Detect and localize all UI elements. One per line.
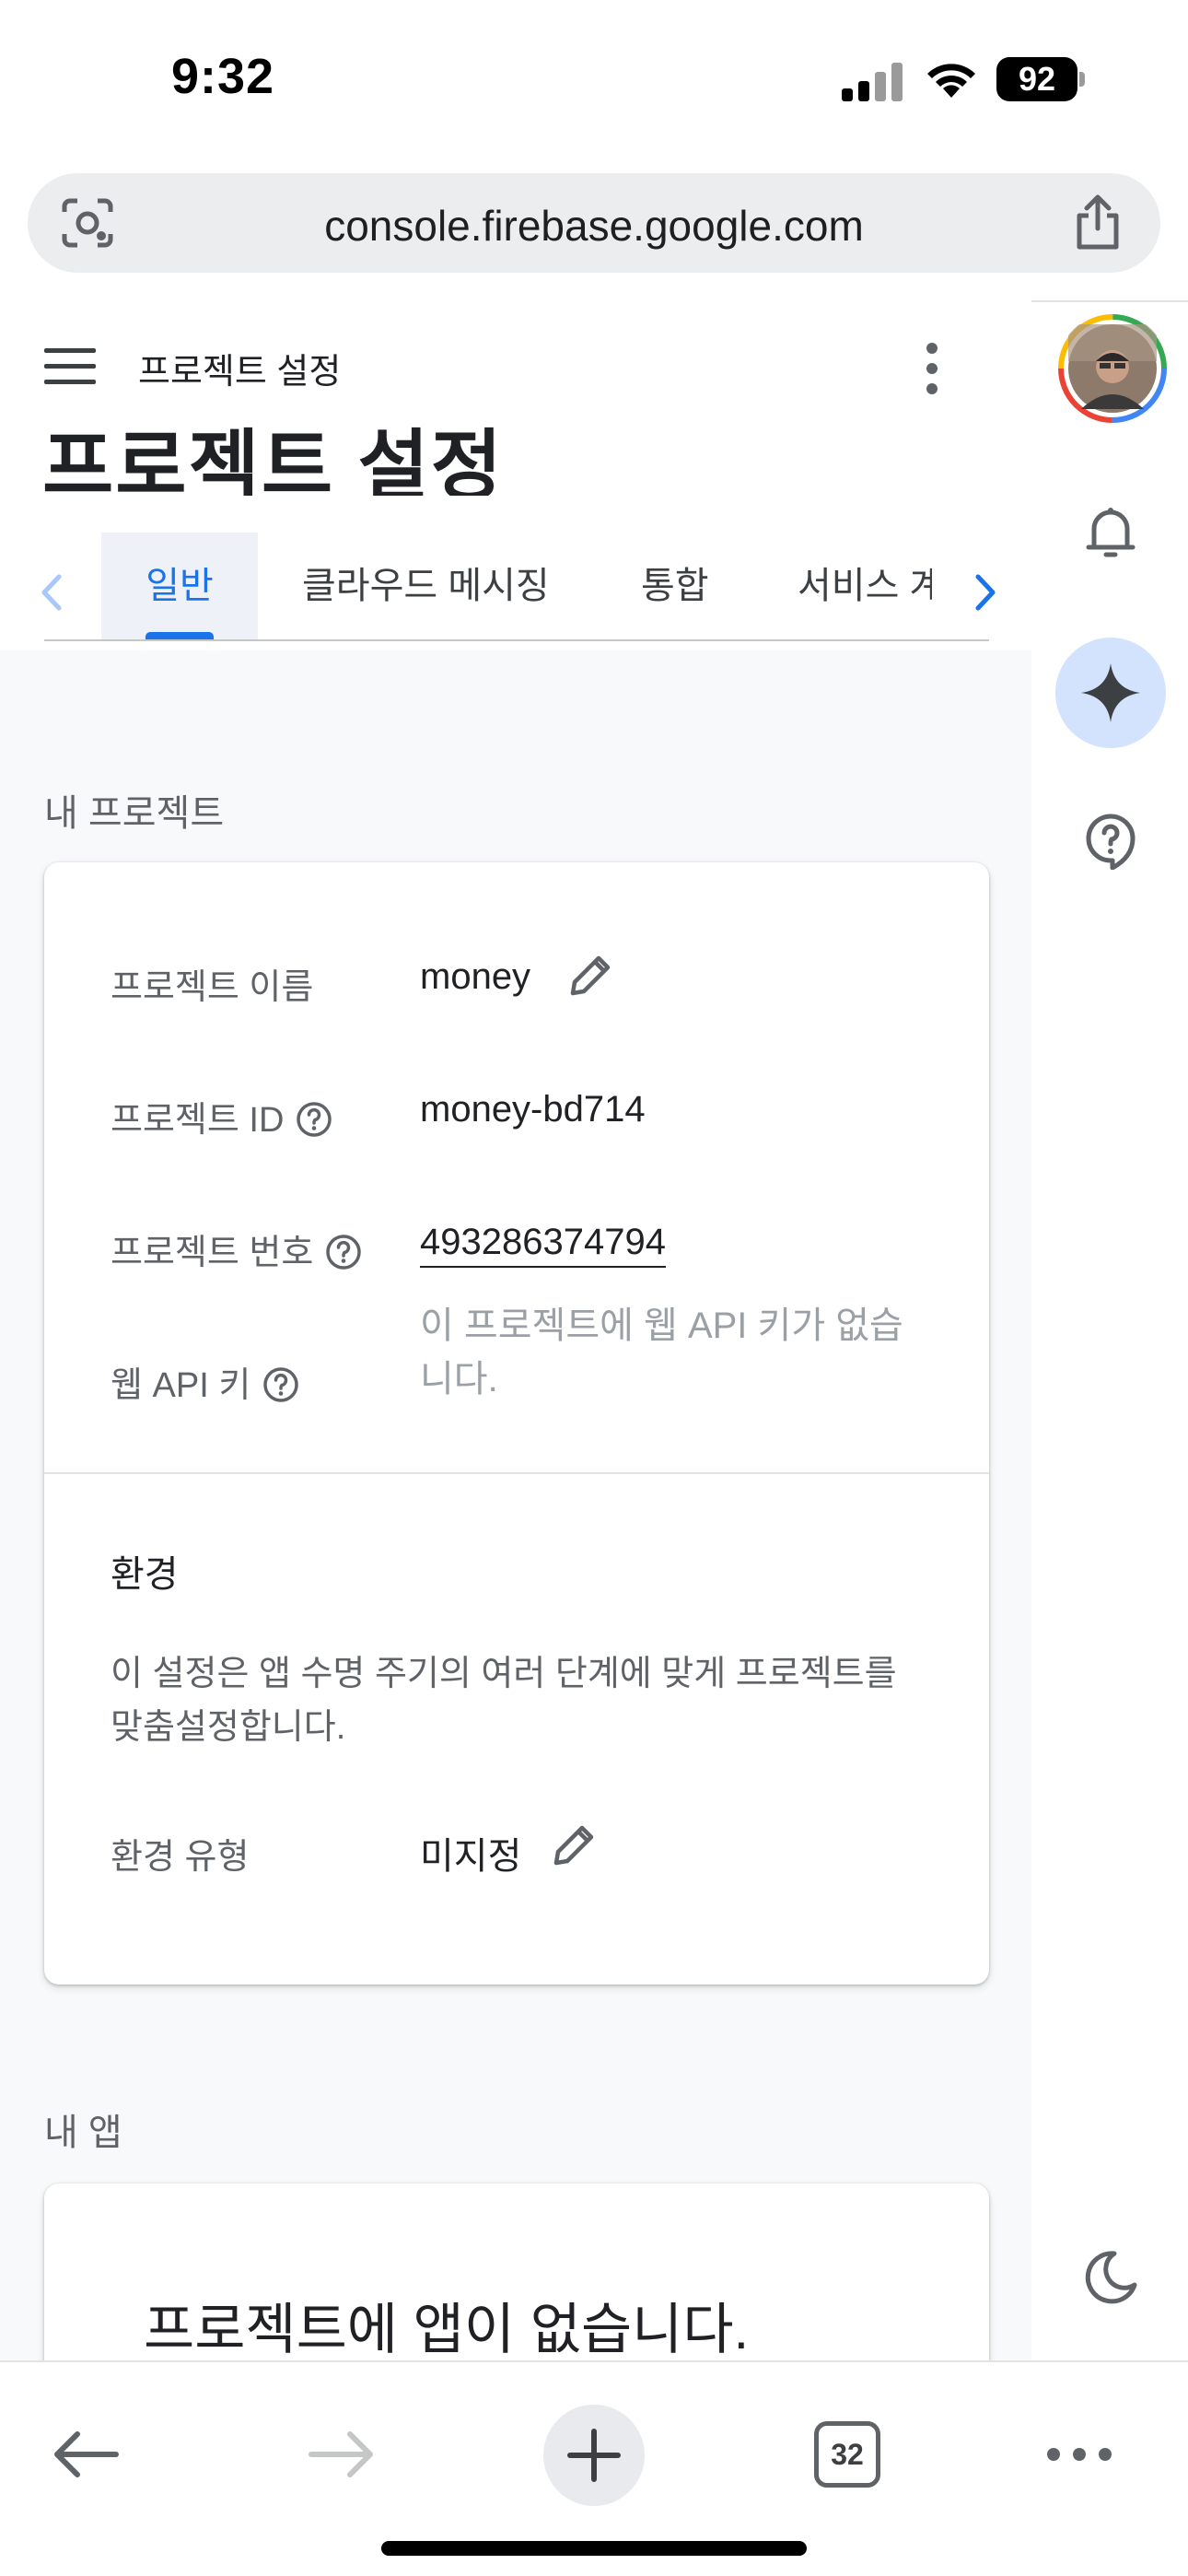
wifi-icon bbox=[927, 64, 975, 98]
help-icon[interactable] bbox=[324, 1233, 363, 1271]
dark-mode-moon-icon[interactable] bbox=[1081, 2248, 1140, 2307]
edit-pencil-icon[interactable] bbox=[547, 1821, 599, 1872]
tab-general[interactable]: 일반 bbox=[101, 533, 258, 639]
environment-description: 이 설정은 앱 수명 주기의 여러 단계에 맞게 프로젝트를 맞춤설정합니다. bbox=[111, 1655, 897, 1747]
project-number-label-text: 프로젝트 번호 bbox=[111, 1234, 314, 1272]
new-tab-button[interactable] bbox=[543, 2405, 645, 2506]
cellular-signal-icon bbox=[842, 61, 903, 101]
home-indicator bbox=[381, 2541, 807, 2556]
more-vert-icon[interactable] bbox=[921, 341, 943, 396]
url-text[interactable]: console.firebase.google.com bbox=[28, 201, 1160, 251]
no-apps-title: 프로젝트에 앱이 없습니다. bbox=[144, 2299, 750, 2360]
environment-type-label: 환경 유형 bbox=[111, 1838, 250, 1877]
user-avatar[interactable] bbox=[1057, 313, 1168, 424]
menu-icon[interactable] bbox=[44, 348, 96, 385]
edit-pencil-icon[interactable] bbox=[564, 951, 615, 1002]
chevron-right-icon[interactable] bbox=[967, 569, 1004, 615]
project-card: 프로젝트 이름 money 프로젝트 ID money-bd714 프로젝트 번… bbox=[44, 862, 989, 1985]
notifications-bell-icon[interactable] bbox=[1081, 503, 1140, 562]
project-id-label-text: 프로젝트 ID bbox=[111, 1101, 285, 1140]
web-api-key-label: 웹 API 키 bbox=[111, 1356, 300, 1407]
breadcrumb: 프로젝트 설정 bbox=[138, 353, 342, 392]
environment-type-value: 미지정 bbox=[420, 1836, 522, 1877]
address-bar[interactable]: console.firebase.google.com bbox=[28, 173, 1160, 273]
project-id-value: money-bd714 bbox=[420, 1089, 646, 1130]
help-icon[interactable] bbox=[295, 1100, 333, 1139]
project-name-label: 프로젝트 이름 bbox=[111, 968, 314, 1007]
tab-switcher-button[interactable]: 32 bbox=[814, 2421, 880, 2488]
header-area: 프로젝트 설정 프로젝트 설정 일반 클라우드 메시징 통합 서비스 계 bbox=[0, 300, 1031, 650]
status-time: 9:32 bbox=[171, 49, 275, 104]
web-api-key-value: 이 프로젝트에 웹 API 키가 없습니다. bbox=[420, 1306, 903, 1399]
project-name-value: money bbox=[420, 956, 531, 997]
apps-card: 프로젝트에 앱이 없습니다. bbox=[44, 2184, 989, 2360]
gemini-button[interactable] bbox=[1055, 638, 1166, 748]
forward-arrow-icon[interactable] bbox=[304, 2418, 378, 2491]
battery-icon: 92 bbox=[996, 57, 1085, 101]
tab-bar: 일반 클라우드 메시징 통합 서비스 계 bbox=[0, 533, 1031, 641]
project-number-label: 프로젝트 번호 bbox=[111, 1224, 363, 1274]
project-number-text[interactable]: 493286374794 bbox=[420, 1222, 666, 1268]
card-divider bbox=[44, 1472, 989, 1474]
main-content: 프로젝트 설정 프로젝트 설정 일반 클라우드 메시징 통합 서비스 계 내 프… bbox=[0, 300, 1031, 2360]
page-title: 프로젝트 설정 bbox=[42, 423, 505, 496]
right-rail bbox=[1031, 302, 1188, 2360]
tab-cloud-messaging[interactable]: 클라우드 메시징 bbox=[302, 533, 569, 639]
share-icon[interactable] bbox=[1072, 193, 1124, 251]
section-label-my-project: 내 프로젝트 bbox=[44, 793, 225, 834]
plus-icon bbox=[567, 2429, 621, 2482]
tab-service-accounts[interactable]: 서비스 계 bbox=[798, 533, 932, 639]
web-api-key-label-text: 웹 API 키 bbox=[111, 1366, 251, 1405]
project-number-value: 493286374794 bbox=[420, 1222, 666, 1268]
more-horiz-icon[interactable] bbox=[1042, 2418, 1116, 2491]
help-icon[interactable] bbox=[262, 1365, 300, 1404]
back-arrow-icon[interactable] bbox=[50, 2418, 123, 2491]
environment-title: 환경 bbox=[111, 1554, 179, 1595]
chevron-left-icon[interactable] bbox=[33, 569, 70, 615]
battery-level: 92 bbox=[996, 57, 1077, 101]
status-bar: 9:32 92 bbox=[0, 0, 1188, 157]
help-chat-icon[interactable] bbox=[1081, 811, 1140, 870]
tab-integrations[interactable]: 통합 bbox=[641, 533, 733, 639]
section-label-my-apps: 내 앱 bbox=[44, 2113, 122, 2153]
project-id-label: 프로젝트 ID bbox=[111, 1091, 333, 1142]
gemini-sparkle-icon bbox=[1081, 663, 1140, 722]
